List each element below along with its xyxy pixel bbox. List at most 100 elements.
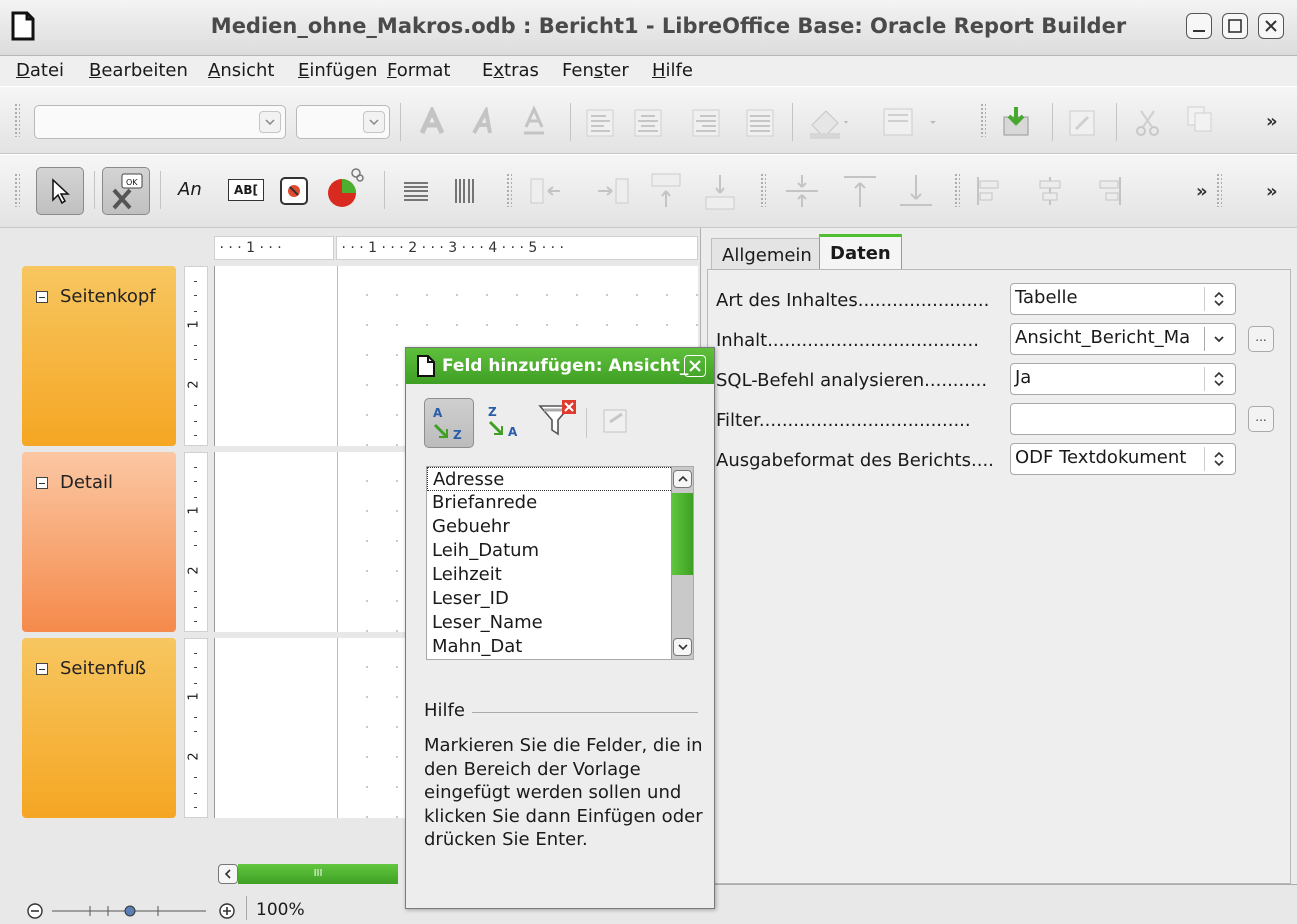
chevron-down-icon[interactable] — [259, 111, 281, 133]
list-item[interactable]: Leser_Name — [427, 611, 693, 635]
collapse-icon[interactable] — [36, 476, 48, 489]
tab-daten[interactable]: Daten — [819, 234, 902, 270]
toolbar-grip[interactable] — [954, 173, 960, 207]
toolbar-grip[interactable] — [14, 173, 20, 207]
list-item[interactable]: Briefanrede — [427, 491, 693, 515]
spin-icon[interactable] — [1204, 287, 1232, 311]
grow-width-icon[interactable] — [586, 175, 632, 207]
collapse-icon[interactable] — [36, 290, 48, 303]
font-name-combo[interactable] — [34, 105, 286, 139]
sql-analyze-select[interactable]: Ja — [1010, 363, 1236, 395]
minimize-button[interactable] — [1186, 13, 1212, 39]
align-bottom-icon[interactable] — [896, 171, 936, 211]
align-top-icon[interactable] — [840, 171, 880, 211]
image-control-icon[interactable] — [278, 175, 310, 207]
text-field-button[interactable]: AB[ — [228, 179, 264, 201]
filter-input[interactable] — [1010, 403, 1236, 435]
tab-allgemein[interactable]: Allgemein — [711, 238, 823, 270]
scroll-thumb[interactable] — [672, 493, 693, 575]
section-page-footer[interactable]: Seitenfuß — [22, 638, 176, 818]
toolbar-overflow-button[interactable]: » — [1266, 181, 1278, 202]
sort-descending-button[interactable]: ZA — [482, 398, 532, 448]
align-center-icon[interactable] — [632, 107, 664, 139]
shrink-height-icon[interactable] — [648, 171, 684, 211]
design-tools-button[interactable]: OK — [102, 167, 150, 215]
insert-field-button[interactable] — [596, 398, 646, 448]
toolbar-grip[interactable] — [1216, 173, 1222, 207]
italic-icon[interactable] — [466, 107, 498, 139]
content-combo[interactable]: Ansicht_Bericht_Ma — [1010, 323, 1236, 355]
menu-datei[interactable]: Datei — [16, 60, 64, 81]
dialog-close-button[interactable] — [684, 355, 706, 377]
toolbar-overflow-button[interactable]: » — [1266, 111, 1278, 132]
section-page-header[interactable]: Seitenkopf — [22, 266, 176, 446]
dialog-title-bar[interactable]: Feld hinzufügen: Ansicht_ — [406, 348, 714, 384]
remove-filter-button[interactable] — [536, 398, 586, 448]
output-format-select[interactable]: ODF Textdokument — [1010, 443, 1236, 475]
list-item[interactable]: Mahn_Dat — [427, 635, 693, 659]
menu-format[interactable]: Format — [387, 60, 450, 81]
center-vertical-icon[interactable] — [782, 171, 822, 211]
zoom-out-icon[interactable] — [26, 902, 44, 920]
menu-einfuegen[interactable]: Einfügen — [298, 60, 377, 81]
align-right-icon[interactable] — [690, 107, 722, 139]
menu-bearbeiten[interactable]: Bearbeiten — [89, 60, 188, 81]
content-browse-button[interactable]: ... — [1248, 326, 1274, 352]
list-item[interactable]: Leih_Datum — [427, 539, 693, 563]
border-icon[interactable] — [880, 105, 940, 141]
scroll-left-button[interactable] — [218, 864, 238, 884]
zoom-level[interactable]: 100% — [256, 900, 305, 920]
list-item[interactable]: Gebuehr — [427, 515, 693, 539]
shrink-width-icon[interactable] — [528, 175, 574, 207]
filter-browse-button[interactable]: ... — [1248, 406, 1274, 432]
vertical-line-icon[interactable] — [448, 175, 480, 207]
align-right-edge-icon[interactable] — [1090, 173, 1126, 209]
maximize-button[interactable] — [1222, 13, 1248, 39]
section-detail[interactable]: Detail — [22, 452, 176, 632]
content-type-select[interactable]: Tabelle — [1010, 283, 1236, 315]
spin-icon[interactable] — [1204, 367, 1232, 391]
scroll-up-button[interactable] — [673, 470, 692, 488]
bold-icon[interactable] — [416, 107, 448, 139]
scroll-down-button[interactable] — [673, 638, 692, 656]
cut-icon[interactable] — [1132, 107, 1164, 139]
edit-icon[interactable] — [1066, 107, 1098, 139]
chart-control-icon[interactable] — [322, 165, 366, 209]
copy-icon[interactable] — [1184, 103, 1216, 135]
font-size-combo[interactable] — [296, 105, 390, 139]
select-button[interactable] — [36, 167, 84, 215]
underline-icon[interactable] — [518, 105, 550, 137]
collapse-icon[interactable] — [36, 662, 48, 675]
list-item[interactable]: Leihzeit — [427, 563, 693, 587]
zoom-slider[interactable] — [50, 900, 210, 922]
toolbar-grip[interactable] — [506, 173, 512, 207]
toolbar-grip[interactable] — [980, 103, 986, 137]
chevron-down-icon[interactable] — [363, 111, 385, 133]
list-item[interactable]: Adresse — [427, 467, 693, 491]
field-list[interactable]: Adresse Briefanrede Gebuehr Leih_Datum L… — [426, 466, 694, 660]
justify-icon[interactable] — [744, 107, 776, 139]
menu-ansicht[interactable]: Ansicht — [208, 60, 274, 81]
menu-extras[interactable]: Extras — [482, 60, 539, 81]
grow-height-icon[interactable] — [702, 171, 738, 211]
align-left-icon[interactable] — [584, 107, 616, 139]
scroll-thumb[interactable]: III — [238, 864, 398, 884]
sort-ascending-button[interactable]: AZ — [424, 398, 474, 448]
vertical-scrollbar[interactable] — [671, 467, 693, 659]
zoom-in-icon[interactable] — [218, 902, 236, 920]
close-button[interactable] — [1258, 13, 1284, 39]
toolbar-grip[interactable] — [760, 173, 766, 207]
chevron-down-icon[interactable] — [1204, 327, 1232, 351]
toolbar-grip[interactable] — [14, 103, 20, 137]
label-field-button[interactable]: An — [178, 179, 202, 200]
menu-hilfe[interactable]: Hilfe — [652, 60, 693, 81]
background-color-icon[interactable] — [804, 103, 852, 143]
list-item[interactable]: Leser_ID — [427, 587, 693, 611]
horizontal-line-icon[interactable] — [400, 175, 432, 207]
align-center-h-icon[interactable] — [1032, 173, 1068, 209]
spin-icon[interactable] — [1204, 447, 1232, 471]
insert-image-icon[interactable] — [998, 103, 1034, 139]
align-left-edge-icon[interactable] — [972, 173, 1008, 209]
toolbar-overflow-inner-button[interactable]: » — [1196, 181, 1208, 202]
menu-fenster[interactable]: Fenster — [562, 60, 629, 81]
